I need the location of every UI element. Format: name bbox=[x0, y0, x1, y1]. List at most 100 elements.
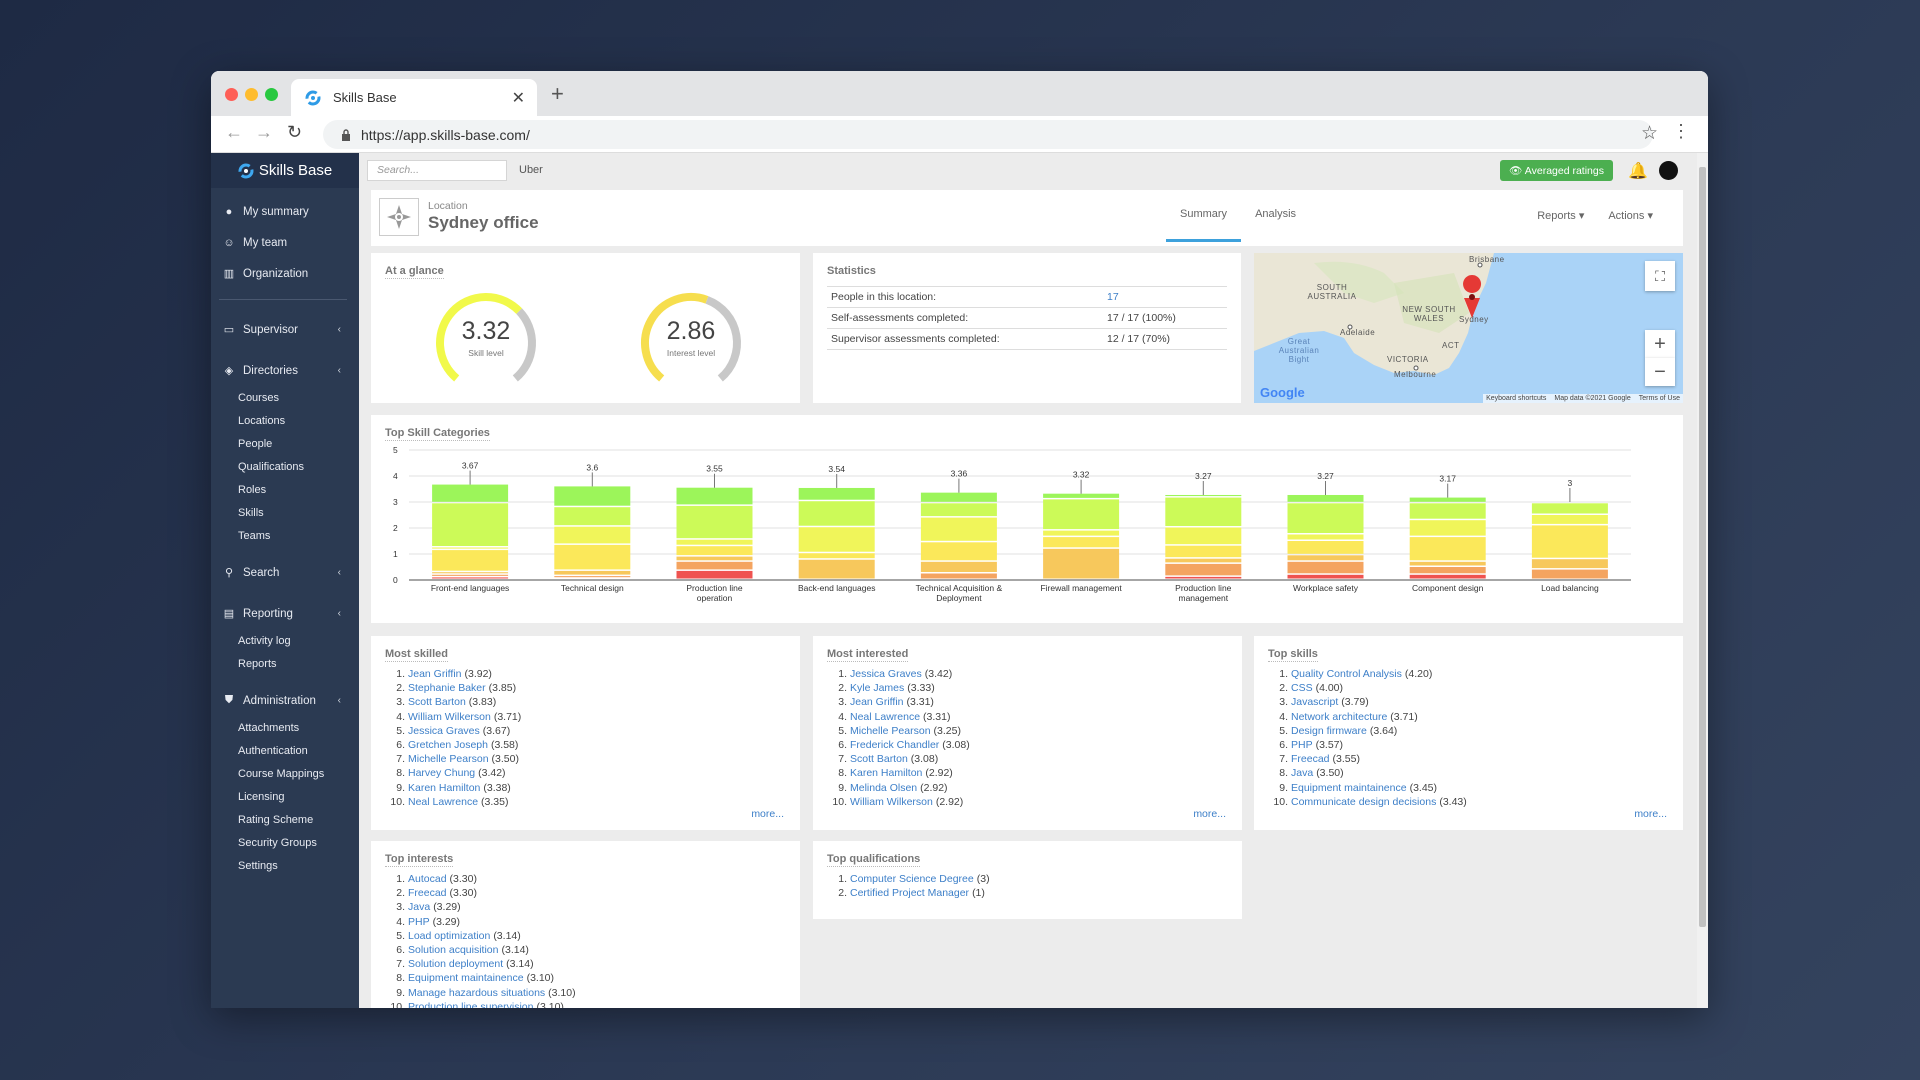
item-link[interactable]: PHP bbox=[408, 915, 430, 929]
item-link[interactable]: Network architecture bbox=[1291, 710, 1387, 724]
item-link[interactable]: Production line supervision bbox=[408, 1000, 534, 1008]
minimize-window-button[interactable] bbox=[245, 88, 258, 101]
item-link[interactable]: Equipment maintainence bbox=[408, 971, 524, 985]
zoom-in-button[interactable]: + bbox=[1645, 330, 1675, 358]
maximize-window-button[interactable] bbox=[265, 88, 278, 101]
sidebar-item-licensing[interactable]: Licensing bbox=[211, 785, 359, 808]
user-account-icon[interactable] bbox=[1659, 161, 1678, 180]
item-link[interactable]: William Wilkerson bbox=[408, 710, 491, 724]
item-link[interactable]: Java bbox=[1291, 766, 1313, 780]
reload-icon[interactable]: ↻ bbox=[287, 122, 302, 143]
location-map[interactable]: Brisbane SOUTH AUSTRALIA NEW SOUTH WALES… bbox=[1254, 253, 1683, 403]
sidebar-item-locations[interactable]: Locations bbox=[211, 409, 359, 432]
close-tab-icon[interactable]: ✕ bbox=[512, 88, 525, 108]
more-link[interactable]: more... bbox=[1193, 808, 1226, 820]
sidebar-section-reporting[interactable]: ▤ Reporting ‹ bbox=[211, 598, 359, 629]
bookmark-star-icon[interactable]: ☆ bbox=[1641, 122, 1658, 145]
sidebar-item-my-summary[interactable]: ● My summary bbox=[211, 196, 359, 227]
chevron-left-icon[interactable]: ‹ bbox=[338, 695, 341, 706]
chevron-left-icon[interactable]: ‹ bbox=[338, 567, 341, 578]
item-link[interactable]: Design firmware bbox=[1291, 724, 1367, 738]
item-link[interactable]: Communicate design decisions bbox=[1291, 795, 1436, 809]
item-link[interactable]: Gretchen Joseph bbox=[408, 738, 488, 752]
item-link[interactable]: CSS bbox=[1291, 681, 1313, 695]
item-link[interactable]: Solution acquisition bbox=[408, 943, 498, 957]
forward-icon[interactable]: → bbox=[255, 122, 273, 143]
item-link[interactable]: Freecad bbox=[1291, 752, 1330, 766]
sidebar-item-activity-log[interactable]: Activity log bbox=[211, 629, 359, 652]
item-link[interactable]: Load optimization bbox=[408, 929, 490, 943]
item-link[interactable]: Jean Griffin bbox=[408, 667, 462, 681]
brand-logo[interactable]: Skills Base bbox=[211, 153, 359, 188]
chevron-left-icon[interactable]: ‹ bbox=[338, 608, 341, 619]
item-link[interactable]: Michelle Pearson bbox=[408, 752, 489, 766]
more-link[interactable]: more... bbox=[751, 808, 784, 820]
browser-menu-icon[interactable]: ⋮ bbox=[1672, 121, 1690, 142]
item-link[interactable]: Neal Lawrence bbox=[408, 795, 478, 809]
item-link[interactable]: Java bbox=[408, 900, 430, 914]
item-link[interactable]: Solution deployment bbox=[408, 957, 503, 971]
sidebar-section-supervisor[interactable]: ▭ Supervisor ‹ bbox=[211, 314, 359, 345]
item-link[interactable]: Scott Barton bbox=[408, 695, 466, 709]
averaged-ratings-button[interactable]: 👁 Averaged ratings bbox=[1500, 160, 1613, 181]
sidebar-item-skills[interactable]: Skills bbox=[211, 501, 359, 524]
chevron-left-icon[interactable]: ‹ bbox=[338, 365, 341, 376]
tab-analysis[interactable]: Analysis bbox=[1241, 190, 1310, 246]
reports-dropdown[interactable]: Reports ▾ bbox=[1537, 209, 1584, 222]
main-scrollbar[interactable] bbox=[1697, 153, 1708, 1008]
item-link[interactable]: Jessica Graves bbox=[408, 724, 480, 738]
browser-tab[interactable]: Skills Base ✕ bbox=[291, 79, 537, 116]
back-icon[interactable]: ← bbox=[225, 122, 243, 143]
item-link[interactable]: Frederick Chandler bbox=[850, 738, 939, 752]
sidebar-item-course-mappings[interactable]: Course Mappings bbox=[211, 762, 359, 785]
item-link[interactable]: Autocad bbox=[408, 872, 447, 886]
tab-summary[interactable]: Summary bbox=[1166, 190, 1242, 246]
item-link[interactable]: Kyle James bbox=[850, 681, 904, 695]
sidebar-item-security-groups[interactable]: Security Groups bbox=[211, 831, 359, 854]
item-link[interactable]: Michelle Pearson bbox=[850, 724, 931, 738]
people-count-link[interactable]: 17 bbox=[1107, 291, 1119, 303]
item-link[interactable]: Scott Barton bbox=[850, 752, 908, 766]
search-input[interactable]: Search... bbox=[367, 160, 507, 181]
chevron-left-icon[interactable]: ‹ bbox=[338, 324, 341, 335]
sidebar-item-qualifications[interactable]: Qualifications bbox=[211, 455, 359, 478]
terms-of-use-link[interactable]: Terms of Use bbox=[1639, 395, 1680, 402]
close-window-button[interactable] bbox=[225, 88, 238, 101]
item-link[interactable]: Karen Hamilton bbox=[850, 766, 922, 780]
sidebar-item-people[interactable]: People bbox=[211, 432, 359, 455]
new-tab-icon[interactable]: + bbox=[551, 81, 564, 107]
item-link[interactable]: Manage hazardous situations bbox=[408, 986, 545, 1000]
item-link[interactable]: Neal Lawrence bbox=[850, 710, 920, 724]
sidebar-item-organization[interactable]: ▥ Organization bbox=[211, 258, 359, 289]
sidebar-section-administration[interactable]: ⛊ Administration ‹ bbox=[211, 685, 359, 716]
item-link[interactable]: Javascript bbox=[1291, 695, 1338, 709]
item-link[interactable]: Equipment maintainence bbox=[1291, 781, 1407, 795]
sidebar-item-courses[interactable]: Courses bbox=[211, 386, 359, 409]
scrollbar-thumb[interactable] bbox=[1699, 167, 1706, 927]
item-link[interactable]: Computer Science Degree bbox=[850, 872, 974, 886]
sidebar-item-attachments[interactable]: Attachments bbox=[211, 716, 359, 739]
item-link[interactable]: Freecad bbox=[408, 886, 447, 900]
item-link[interactable]: Jessica Graves bbox=[850, 667, 922, 681]
item-link[interactable]: Melinda Olsen bbox=[850, 781, 917, 795]
sidebar-item-authentication[interactable]: Authentication bbox=[211, 739, 359, 762]
item-link[interactable]: Harvey Chung bbox=[408, 766, 475, 780]
item-link[interactable]: Stephanie Baker bbox=[408, 681, 486, 695]
sidebar-section-search[interactable]: ⚲ Search ‹ bbox=[211, 557, 359, 588]
zoom-out-button[interactable]: − bbox=[1645, 358, 1675, 386]
sidebar-item-settings[interactable]: Settings bbox=[211, 854, 359, 877]
sidebar-section-directories[interactable]: ◈ Directories ‹ bbox=[211, 355, 359, 386]
item-link[interactable]: William Wilkerson bbox=[850, 795, 933, 809]
item-link[interactable]: PHP bbox=[1291, 738, 1313, 752]
notifications-bell-icon[interactable]: 🔔 bbox=[1628, 161, 1648, 181]
sidebar-item-reports[interactable]: Reports bbox=[211, 652, 359, 675]
url-field[interactable]: https://app.skills-base.com/ bbox=[323, 120, 1653, 149]
sidebar-item-rating-scheme[interactable]: Rating Scheme bbox=[211, 808, 359, 831]
sidebar-item-teams[interactable]: Teams bbox=[211, 524, 359, 547]
fullscreen-button[interactable]: ⛶ bbox=[1645, 261, 1675, 291]
actions-dropdown[interactable]: Actions ▾ bbox=[1608, 209, 1653, 222]
keyboard-shortcuts-link[interactable]: Keyboard shortcuts bbox=[1486, 395, 1546, 402]
more-link[interactable]: more... bbox=[1634, 808, 1667, 820]
sidebar-item-roles[interactable]: Roles bbox=[211, 478, 359, 501]
sidebar-item-my-team[interactable]: ☺ My team bbox=[211, 227, 359, 258]
